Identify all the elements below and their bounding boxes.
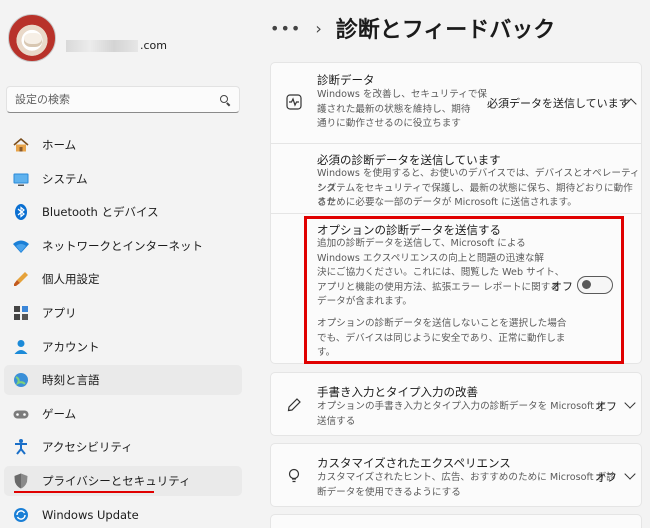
person-icon: [12, 338, 30, 356]
home-icon: [12, 136, 30, 154]
sidebar-item-label: Windows Update: [42, 507, 139, 522]
sidebar-item-gaming[interactable]: ゲーム: [4, 399, 242, 429]
tailored-desc-2: 断データを使用できるようにする: [317, 486, 461, 498]
sidebar-item-windows-update[interactable]: Windows Update: [4, 500, 242, 528]
sidebar-nav: ホーム システム Bluetooth とデバイス ネットワークとインターネット …: [4, 130, 242, 528]
sidebar-item-label: ホーム: [42, 138, 77, 152]
required-data-desc-3: るために必要な一部のデータが Microsoft に送信されます。: [317, 197, 577, 209]
highlight-underline: [14, 490, 154, 493]
search-input[interactable]: [15, 93, 219, 106]
tailored-desc-1: カスタマイズされたヒント、広告、おすすめのために Microsoft が診: [317, 472, 616, 483]
profile[interactable]: .com: [8, 12, 167, 64]
sidebar-item-label: ネットワークとインターネット: [42, 238, 203, 253]
sidebar-item-label: アクセシビリティ: [42, 440, 133, 455]
sidebar-item-system[interactable]: システム: [4, 164, 242, 194]
handwriting-status: オフ: [595, 400, 617, 413]
activity-icon: [285, 93, 303, 111]
monitor-icon: [12, 170, 30, 188]
wifi-icon: [12, 237, 30, 255]
page-title: 診断とフィードバック: [335, 18, 556, 43]
search-box[interactable]: [6, 86, 240, 113]
sidebar-item-privacy-security[interactable]: プライバシーとセキュリティ: [4, 465, 242, 496]
diagnostic-data-header[interactable]: 診断データ Windows を改善し、セキュリティで保 護された最新の状態を維持…: [271, 63, 641, 143]
globe-clock-icon: [12, 371, 30, 389]
required-data-section: 必須の診断データを送信しています Windows を使用すると、お使いのデバイス…: [271, 144, 641, 214]
handwriting-desc-1: オプションの手書き入力とタイプ入力の診断データを Microsoft に: [317, 401, 607, 412]
next-setting-card[interactable]: [270, 514, 642, 528]
pen-icon: [285, 396, 303, 414]
sidebar-item-bluetooth[interactable]: Bluetooth とデバイス: [4, 197, 242, 227]
chevron-right-icon: ›: [315, 18, 322, 38]
shield-icon: [12, 472, 30, 490]
tailored-experiences-card[interactable]: カスタマイズされたエクスペリエンス カスタマイズされたヒント、広告、おすすめのた…: [270, 443, 642, 507]
sidebar-item-time-language[interactable]: 時刻と言語: [4, 365, 242, 396]
sidebar-item-accessibility[interactable]: アクセシビリティ: [4, 432, 242, 462]
accessibility-icon: [12, 438, 30, 456]
breadcrumb: ••• › 診断とフィードバック: [270, 10, 555, 46]
diagnostic-data-title: 診断データ: [317, 73, 375, 87]
sidebar: .com ホーム システム Bluetooth とデバイス: [0, 0, 250, 528]
email-domain: .com: [140, 39, 167, 52]
more-breadcrumb-button[interactable]: •••: [270, 19, 301, 38]
chevron-down-icon[interactable]: [624, 468, 636, 480]
bluetooth-icon: [12, 203, 30, 221]
sidebar-item-label: システム: [42, 171, 88, 186]
sidebar-item-label: アプリ: [42, 305, 77, 320]
sidebar-item-label: Bluetooth とデバイス: [42, 205, 159, 220]
handwriting-desc-2: 送信する: [317, 415, 356, 427]
diagnostic-status: 必須データを送信しています: [487, 97, 630, 110]
brush-icon: [12, 270, 30, 288]
sidebar-item-home[interactable]: ホーム: [4, 130, 242, 160]
tailored-title: カスタマイズされたエクスペリエンス: [317, 456, 511, 470]
diagnostic-data-desc-3: 通りに動作させるのに役立ちます: [317, 118, 461, 130]
sidebar-item-label: プライバシーとセキュリティ: [42, 473, 191, 488]
sidebar-item-label: 個人用設定: [42, 272, 100, 287]
sidebar-item-label: ゲーム: [42, 406, 77, 421]
sidebar-item-apps[interactable]: アプリ: [4, 298, 242, 328]
lightbulb-icon: [285, 467, 303, 485]
diagnostic-data-desc-2: 護された最新の状態を維持し、期待: [317, 103, 471, 115]
sidebar-item-accounts[interactable]: アカウント: [4, 332, 242, 362]
search-icon[interactable]: [219, 94, 231, 106]
diagnostic-data-desc-1: Windows を改善し、セキュリティで保: [317, 89, 488, 100]
sidebar-item-personalization[interactable]: 個人用設定: [4, 264, 242, 294]
account-email: .com: [66, 14, 167, 62]
apps-icon: [12, 304, 30, 322]
sync-icon: [12, 506, 30, 524]
chevron-down-icon[interactable]: [624, 397, 636, 409]
handwriting-title: 手書き入力とタイプ入力の改善: [317, 385, 478, 399]
blurred-email: [66, 40, 138, 52]
gamepad-icon: [12, 405, 30, 423]
tailored-status: オフ: [595, 471, 617, 484]
required-data-title: 必須の診断データを送信しています: [317, 153, 501, 167]
highlight-box: [304, 216, 624, 364]
handwriting-typing-card[interactable]: 手書き入力とタイプ入力の改善 オプションの手書き入力とタイプ入力の診断データを …: [270, 372, 642, 436]
sidebar-item-network[interactable]: ネットワークとインターネット: [4, 231, 242, 261]
sidebar-item-label: アカウント: [42, 339, 100, 354]
sidebar-item-label: 時刻と言語: [42, 373, 100, 388]
avatar[interactable]: [8, 14, 56, 62]
